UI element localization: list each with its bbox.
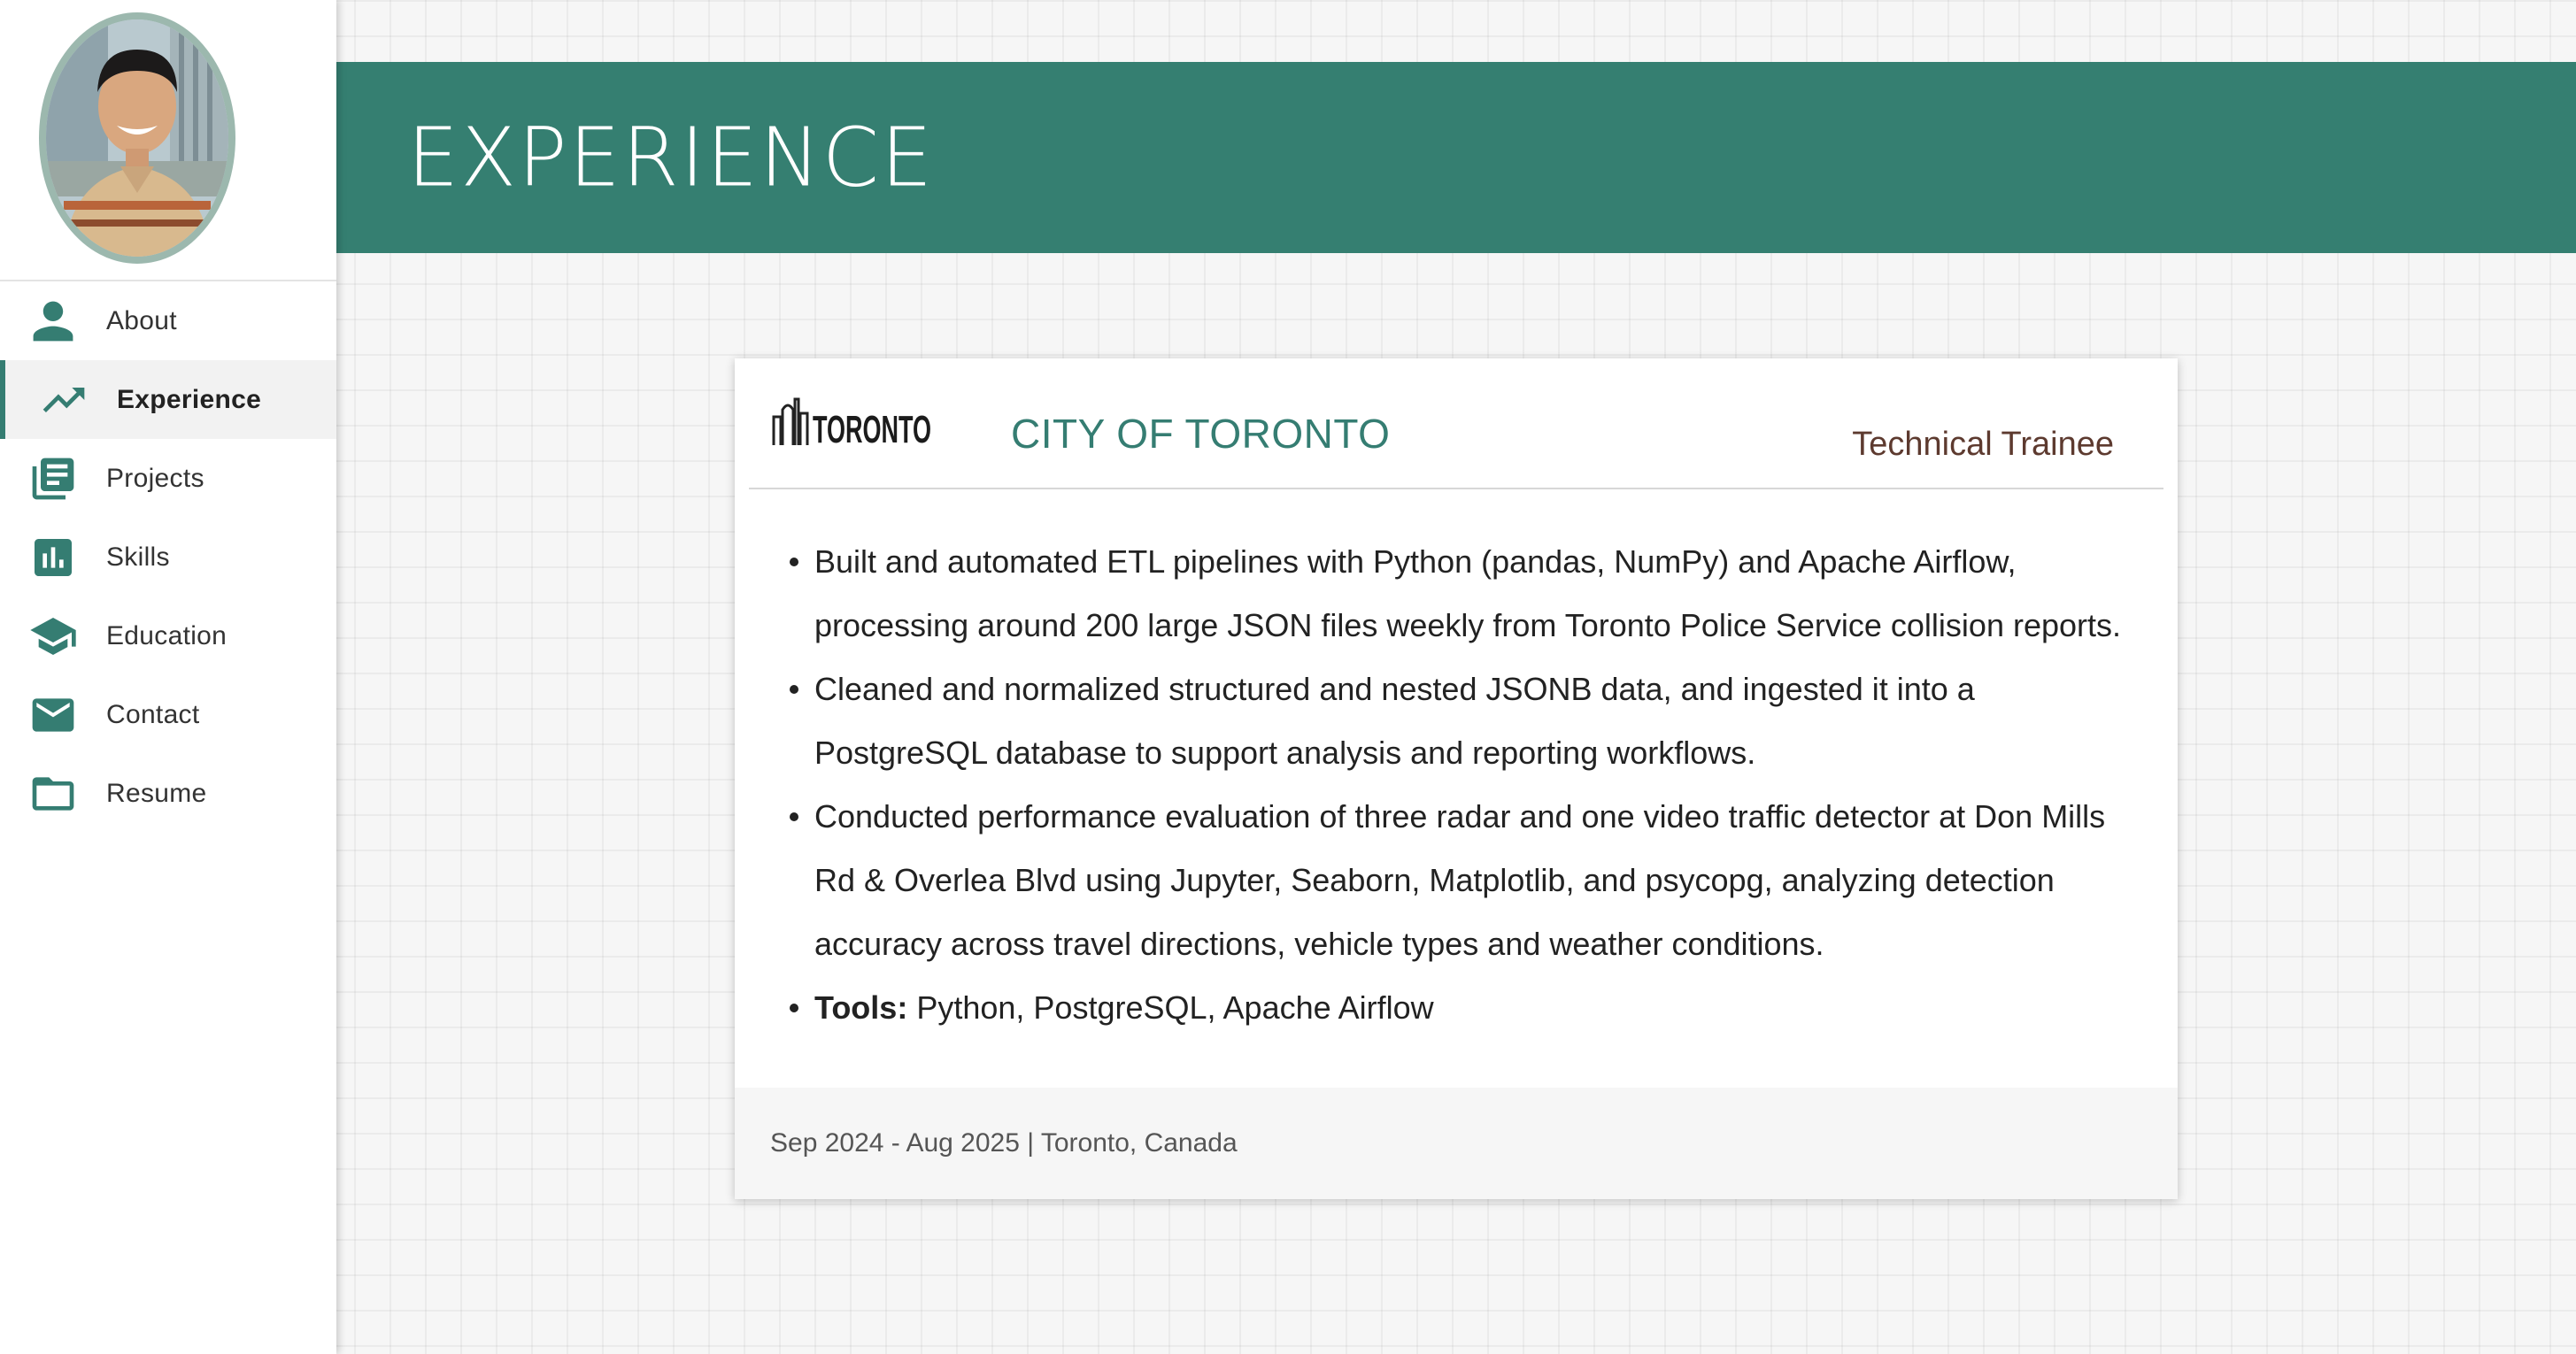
trending-up-icon: [39, 375, 89, 425]
sidebar-item-contact[interactable]: Contact: [0, 675, 336, 754]
tools-label: Tools:: [814, 989, 908, 1026]
sidebar-item-label: Education: [106, 620, 228, 650]
page-header: EXPERIENCE: [336, 62, 2576, 253]
date-location: Sep 2024 - Aug 2025 | Toronto, Canada: [770, 1128, 1238, 1158]
list-item: Cleaned and normalized structured and ne…: [790, 658, 2142, 785]
sidebar: About Experience Projects Skills Educati…: [0, 0, 336, 1354]
sidebar-item-label: Resume: [106, 778, 207, 808]
sidebar-item-education[interactable]: Education: [0, 596, 336, 675]
organization-name: CITY OF TORONTO: [1011, 411, 1391, 457]
job-role: Technical Trainee: [1852, 426, 2114, 463]
bar-chart-icon: [28, 533, 78, 582]
sidebar-item-resume[interactable]: Resume: [0, 754, 336, 833]
sidebar-item-experience[interactable]: Experience: [0, 360, 336, 439]
person-icon: [28, 296, 78, 346]
sidebar-item-label: Skills: [106, 542, 170, 572]
experience-card: TORONTO CITY OF TORONTO Technical Traine…: [735, 358, 2178, 1199]
list-item: Built and automated ETL pipelines with P…: [790, 530, 2142, 658]
page-title: EXPERIENCE: [407, 110, 935, 205]
responsibilities-list: Built and automated ETL pipelines with P…: [735, 489, 2178, 1040]
list-item: Conducted performance evaluation of thre…: [790, 785, 2142, 976]
sidebar-item-label: Experience: [117, 384, 262, 414]
tools-item: Tools: Python, PostgreSQL, Apache Airflo…: [790, 976, 2142, 1040]
graduation-cap-icon: [28, 612, 78, 661]
sidebar-item-skills[interactable]: Skills: [0, 518, 336, 596]
mail-icon: [28, 690, 78, 740]
sidebar-item-about[interactable]: About: [0, 281, 336, 360]
sidebar-item-label: Projects: [106, 463, 204, 493]
sidebar-item-label: Contact: [106, 699, 200, 729]
sidebar-item-label: About: [106, 305, 177, 335]
tools-value: Python, PostgreSQL, Apache Airflow: [916, 989, 1434, 1026]
avatar: [39, 12, 235, 264]
svg-text:TORONTO: TORONTO: [813, 408, 931, 451]
library-books-icon: [28, 454, 78, 504]
card-header: TORONTO CITY OF TORONTO Technical Traine…: [749, 358, 2163, 489]
profile-section: [0, 0, 336, 281]
city-of-toronto-logo: TORONTO: [770, 394, 935, 452]
card-footer: Sep 2024 - Aug 2025 | Toronto, Canada: [735, 1088, 2178, 1199]
sidebar-nav: About Experience Projects Skills Educati…: [0, 281, 336, 833]
sidebar-item-projects[interactable]: Projects: [0, 439, 336, 518]
folder-icon: [28, 769, 78, 819]
